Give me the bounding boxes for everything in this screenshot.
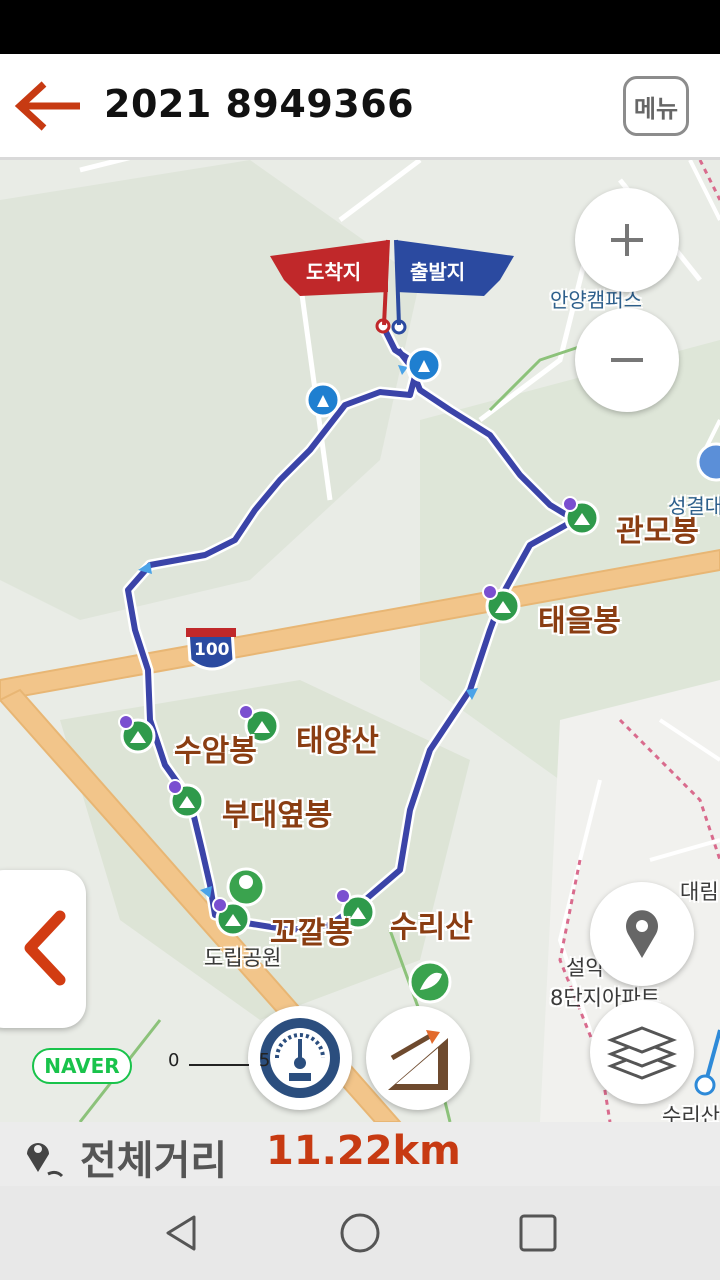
- page-title: 2021 8949366: [104, 82, 415, 126]
- peak-label: 꼬깔봉: [270, 916, 353, 951]
- zoom-out-icon: [611, 358, 643, 362]
- route-shield-number: 100: [194, 640, 230, 660]
- nav-back-icon[interactable]: [162, 1213, 202, 1253]
- place-label: 수리산: [662, 1104, 720, 1122]
- peak-label: 태양산: [296, 724, 379, 759]
- status-bar: [0, 0, 720, 54]
- peak-label: 수암봉: [174, 734, 257, 769]
- zoom-in-icon: [611, 224, 643, 256]
- menu-button[interactable]: 메뉴: [623, 76, 689, 136]
- distance-value: 11.22km: [266, 1128, 461, 1174]
- distance-label: 전체거리: [80, 1138, 228, 1184]
- app-header: 2021 8949366 메뉴: [0, 54, 720, 160]
- back-arrow-icon[interactable]: [14, 78, 84, 134]
- peak-label: 태을봉: [538, 604, 621, 639]
- route-pin-icon: [27, 1143, 64, 1178]
- start-flag-label: 출발지: [410, 260, 466, 284]
- peak-label: 수리산: [390, 910, 473, 945]
- nav-home-icon[interactable]: [339, 1212, 381, 1254]
- map-layers-button[interactable]: [590, 1000, 694, 1104]
- collapse-panel-tab[interactable]: [0, 870, 86, 1028]
- nav-recents-icon[interactable]: [518, 1213, 558, 1253]
- system-nav-bar: [0, 1186, 720, 1280]
- zoom-in-button[interactable]: [575, 188, 679, 292]
- place-label: 대림: [680, 880, 719, 904]
- end-flag-label: 도착지: [306, 260, 362, 284]
- map-view[interactable]: 도착지 출발지 100 관모봉 태을봉 수암봉 태양산 부대옆봉 꼬깔봉 수리산…: [0, 160, 720, 1122]
- collapse-left-icon: [24, 910, 66, 986]
- my-location-button[interactable]: [590, 882, 694, 986]
- zoom-out-button[interactable]: [575, 308, 679, 412]
- map-scale: 0 5: [168, 1050, 270, 1071]
- scale-tick-0: 0: [168, 1050, 180, 1071]
- elevation-button[interactable]: [366, 1006, 470, 1110]
- scale-tick-1: 5: [258, 1050, 271, 1071]
- peak-label: 부대옆봉: [222, 798, 333, 833]
- layers-icon: [607, 1026, 677, 1080]
- place-label: 도립공원: [204, 946, 282, 970]
- place-label: 성결대: [668, 494, 720, 518]
- naver-logo: NAVER: [32, 1048, 132, 1084]
- elevation-icon: [388, 1030, 448, 1090]
- location-pin-icon: [626, 910, 658, 958]
- distance-bar: 전체거리 11.22km: [0, 1122, 720, 1186]
